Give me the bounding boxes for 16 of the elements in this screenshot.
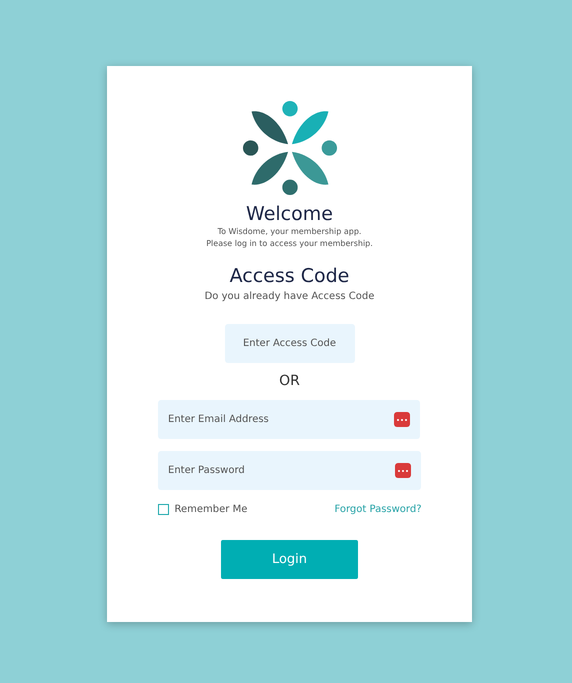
welcome-text: To Wisdome, your membership app. xyxy=(218,226,362,238)
logo-icon xyxy=(242,100,338,196)
password-manager-icon[interactable] xyxy=(395,463,411,478)
or-separator: OR xyxy=(279,372,300,391)
access-code-field[interactable]: Enter Access Code xyxy=(224,324,354,363)
forgot-password-link[interactable]: Forgot Password? xyxy=(334,504,422,515)
remember-label: Remember Me xyxy=(174,504,248,515)
section-subtitle: Do you already have Access Code xyxy=(204,291,374,302)
welcome-text: Please log in to access your membership. xyxy=(206,238,373,250)
login-button[interactable]: Login xyxy=(221,540,358,579)
remember-checkbox[interactable] xyxy=(158,504,168,515)
section-title: Access Code xyxy=(230,264,350,288)
password-manager-icon[interactable] xyxy=(394,412,410,427)
password-field[interactable]: Enter Password xyxy=(158,451,421,490)
email-field[interactable]: Enter Email Address xyxy=(158,400,420,439)
welcome-title: Welcome xyxy=(246,202,333,226)
